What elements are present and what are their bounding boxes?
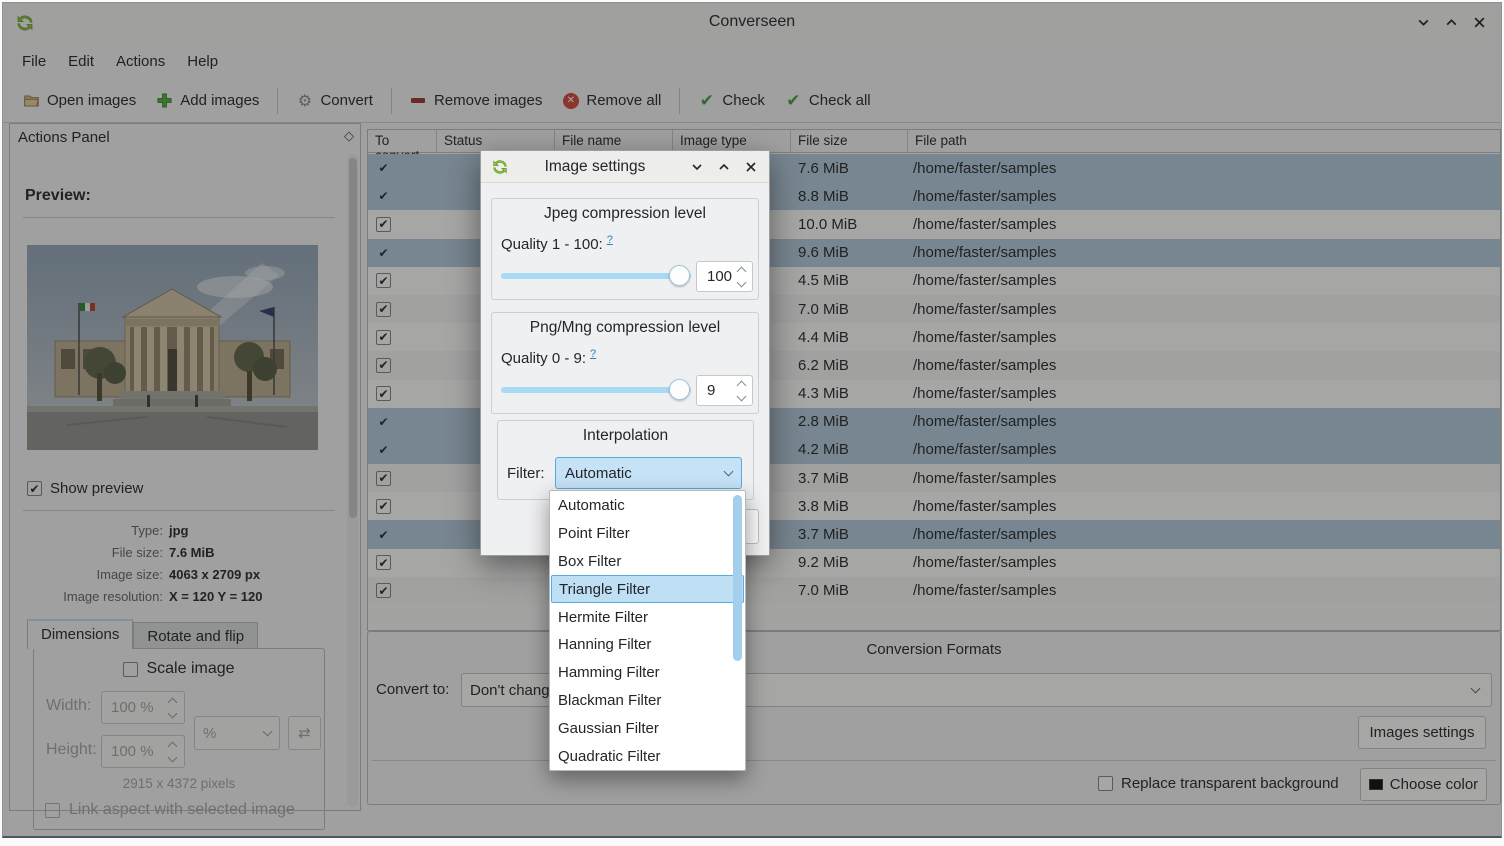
dropdown-scrollbar-thumb[interactable] bbox=[733, 495, 742, 661]
filter-option[interactable]: Quadratic Filter bbox=[550, 742, 745, 770]
maximize-icon[interactable] bbox=[716, 159, 732, 175]
desktop: Converseen File Edit Actions Help bbox=[0, 0, 1504, 846]
png-compression-group: Png/Mng compression level Quality 0 - 9:… bbox=[491, 312, 759, 414]
png-group-title: Png/Mng compression level bbox=[492, 319, 758, 337]
spinner-arrows[interactable] bbox=[734, 379, 752, 403]
jpeg-quality-value: 100 bbox=[697, 268, 734, 285]
filter-option[interactable]: Blackman Filter bbox=[550, 687, 745, 715]
help-link[interactable]: ? bbox=[590, 348, 596, 360]
jpeg-quality-slider[interactable] bbox=[501, 265, 691, 287]
filter-options: AutomaticPoint FilterBox FilterTriangle … bbox=[550, 492, 745, 770]
chevron-down-icon bbox=[724, 467, 734, 477]
filter-option[interactable]: Gaussian Filter bbox=[550, 714, 745, 742]
filter-option[interactable]: Box Filter bbox=[550, 548, 745, 576]
filter-dropdown-popup: AutomaticPoint FilterBox FilterTriangle … bbox=[549, 490, 746, 771]
dialog-titlebar: Image settings bbox=[481, 151, 769, 183]
png-quality-spinbox[interactable]: 9 bbox=[696, 375, 753, 406]
filter-option[interactable]: Hamming Filter bbox=[550, 659, 745, 687]
filter-selected-value: Automatic bbox=[565, 465, 632, 482]
png-quality-slider[interactable] bbox=[501, 379, 691, 401]
spinner-arrows[interactable] bbox=[734, 265, 752, 289]
png-quality-label: Quality 0 - 9:? bbox=[501, 348, 596, 367]
jpeg-group-title: Jpeg compression level bbox=[492, 205, 758, 223]
close-icon[interactable] bbox=[743, 159, 759, 175]
help-link[interactable]: ? bbox=[607, 234, 613, 246]
filter-combobox[interactable]: Automatic bbox=[555, 457, 742, 489]
filter-option[interactable]: Hanning Filter bbox=[550, 631, 745, 659]
filter-option[interactable]: Triangle Filter bbox=[551, 575, 744, 603]
png-quality-value: 9 bbox=[697, 382, 734, 399]
converseen-logo-icon bbox=[491, 158, 509, 176]
slider-track[interactable] bbox=[501, 273, 691, 279]
slider-track[interactable] bbox=[501, 387, 691, 393]
dialog-title: Image settings bbox=[517, 158, 673, 176]
minimize-icon[interactable] bbox=[689, 159, 705, 175]
filter-label: Filter: bbox=[507, 465, 545, 482]
jpeg-compression-group: Jpeg compression level Quality 1 - 100:?… bbox=[491, 198, 759, 300]
dialog-controls bbox=[689, 159, 759, 175]
slider-thumb[interactable] bbox=[669, 265, 690, 286]
filter-option[interactable]: Point Filter bbox=[550, 520, 745, 548]
jpeg-quality-spinbox[interactable]: 100 bbox=[696, 261, 753, 292]
filter-option[interactable]: Hermite Filter bbox=[550, 603, 745, 631]
filter-option[interactable]: Automatic bbox=[550, 492, 745, 520]
jpeg-quality-label: Quality 1 - 100:? bbox=[501, 234, 613, 253]
interpolation-group-title: Interpolation bbox=[498, 427, 753, 445]
slider-thumb[interactable] bbox=[669, 379, 690, 400]
interpolation-group: Interpolation Filter: Automatic bbox=[497, 420, 754, 500]
